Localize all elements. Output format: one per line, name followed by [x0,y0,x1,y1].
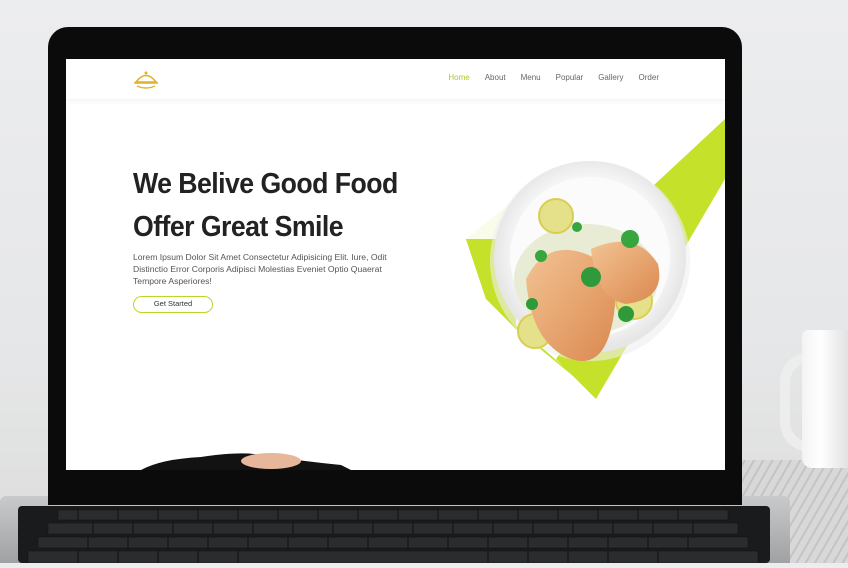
nav-gallery[interactable]: Gallery [598,73,623,82]
hero-title-line-2: Offer Great Smile [133,211,344,243]
nav-home[interactable]: Home [448,73,469,82]
bottom-brush-image [141,453,351,470]
desk-scene: Home About Menu Popular Gallery Order We… [0,0,848,564]
nav-menu[interactable]: Menu [521,73,541,82]
laptop-screen: Home About Menu Popular Gallery Order We… [66,59,725,470]
cloche-icon[interactable] [132,67,160,91]
hero-title-line-1: We Belive Good Food [133,168,398,200]
coffee-mug [778,300,848,470]
nav-popular[interactable]: Popular [556,73,584,82]
top-navbar: Home About Menu Popular Gallery Order [66,59,725,99]
hero-food-image [466,119,725,399]
hero-title: We Belive Good Food Offer Great Smile [133,163,409,249]
nav-order[interactable]: Order [639,73,659,82]
nav-about[interactable]: About [485,73,506,82]
mug-body [802,330,848,468]
get-started-button[interactable]: Get Started [133,296,213,313]
keyboard-keys [27,509,759,564]
keyboard [18,506,770,564]
nav-links: Home About Menu Popular Gallery Order [448,73,659,82]
hero-description: Lorem Ipsum Dolor Sit Amet Consectetur A… [133,252,387,286]
